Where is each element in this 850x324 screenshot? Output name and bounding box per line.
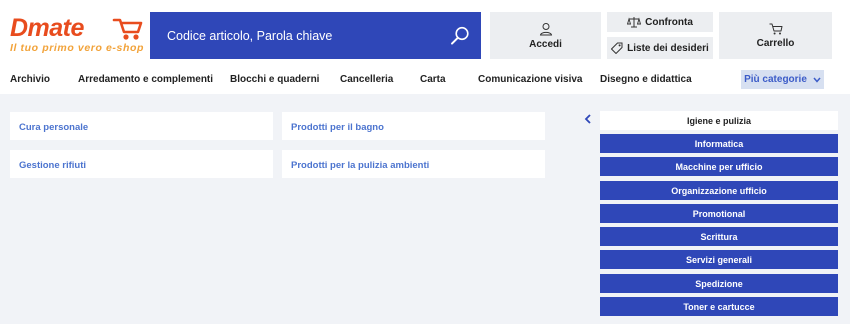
category-menu-item-spedizione[interactable]: Spedizione [600, 274, 838, 293]
compare-label: Confronta [645, 16, 693, 28]
search-icon[interactable] [449, 25, 471, 47]
nav-item-carta[interactable]: Carta [420, 74, 446, 85]
search-input[interactable] [167, 28, 437, 43]
user-icon [539, 22, 552, 35]
compare-button[interactable]: Confronta [607, 12, 713, 32]
logo-text: Dmate [10, 14, 84, 42]
search-bar [150, 12, 481, 59]
nav-item-comunicazione[interactable]: Comunicazione visiva [478, 74, 582, 85]
nav-item-cancelleria[interactable]: Cancelleria [340, 74, 393, 85]
category-menu-item-promotional[interactable]: Promotional [600, 204, 838, 223]
more-categories-label: Più categorie [744, 74, 807, 85]
category-menu-item-toner[interactable]: Toner e cartucce [600, 297, 838, 316]
nav-item-arredamento[interactable]: Arredamento e complementi [78, 74, 213, 85]
wishlist-label: Liste dei desideri [627, 42, 709, 54]
category-menu-item-organizzazione[interactable]: Organizzazione ufficio [600, 181, 838, 200]
more-categories-button[interactable]: Più categorie [741, 70, 824, 89]
scale-icon [627, 17, 642, 28]
category-menu-item-servizi[interactable]: Servizi generali [600, 250, 838, 269]
nav-item-disegno[interactable]: Disegno e didattica [600, 74, 692, 85]
cart-label: Carrello [756, 37, 795, 49]
subcategory-card[interactable]: Prodotti per la pulizia ambienti [282, 150, 545, 178]
wishlist-button[interactable]: Liste dei desideri [607, 37, 713, 59]
cart-icon [769, 23, 782, 34]
logo-cart-icon [112, 18, 143, 40]
nav-item-archivio[interactable]: Archivio [10, 74, 50, 85]
subcategory-card[interactable]: Gestione rifiuti [10, 150, 273, 178]
login-label: Accedi [529, 38, 562, 50]
category-nav: Archivio Arredamento e complementi Blocc… [0, 66, 850, 94]
cart-button[interactable]: Carrello [719, 12, 832, 59]
category-menu-item-macchine[interactable]: Macchine per ufficio [600, 157, 838, 176]
subcategory-card[interactable]: Prodotti per il bagno [282, 112, 545, 140]
category-menu-item-scrittura[interactable]: Scrittura [600, 227, 838, 246]
login-button[interactable]: Accedi [490, 12, 601, 59]
chevron-down-icon [813, 77, 821, 83]
tag-icon [611, 42, 623, 54]
subcategory-card[interactable]: Cura personale [10, 112, 273, 140]
chevron-left-icon[interactable] [584, 114, 592, 124]
category-menu-item-informatica[interactable]: Informatica [600, 134, 838, 153]
nav-item-blocchi[interactable]: Blocchi e quaderni [230, 74, 319, 85]
logo-tagline: Il tuo primo vero e-shop [10, 42, 144, 54]
category-menu-item-igiene[interactable]: Igiene e pulizia [600, 111, 838, 130]
logo[interactable]: Dmate Il tuo primo vero e-shop [8, 14, 143, 56]
header: Dmate Il tuo primo vero e-shop Accedi [0, 0, 850, 66]
